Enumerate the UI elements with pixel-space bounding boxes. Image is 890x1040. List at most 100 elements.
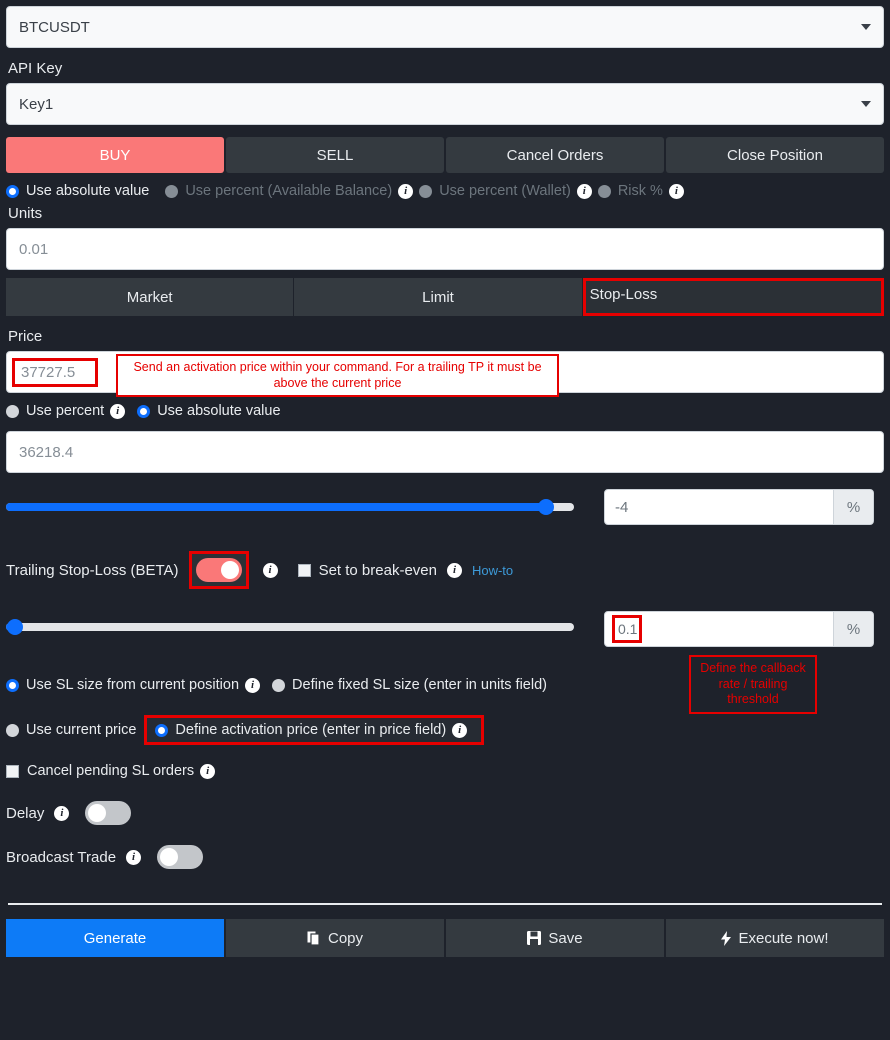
trade-command-panel: BTCUSDT API Key Key1 BUY SELL Cancel Ord…	[0, 0, 890, 1040]
lightning-icon	[721, 930, 732, 946]
info-icon[interactable]: i	[576, 183, 592, 199]
price-value: 37727.5	[21, 364, 76, 381]
sl-value-mode-absolute[interactable]: Use absolute value	[137, 403, 281, 419]
copy-label: Copy	[327, 929, 364, 947]
trailing-stop-loss-row: Trailing Stop-Loss (BETA) i Set to break…	[6, 551, 884, 589]
sl-size-fixed-label: Define fixed SL size (enter in units fie…	[292, 677, 547, 693]
info-icon[interactable]: i	[200, 763, 216, 779]
use-current-price-label: Use current price	[26, 722, 137, 738]
tab-limit[interactable]: Limit	[294, 278, 582, 316]
delay-label: Delay	[6, 804, 45, 822]
close-position-button[interactable]: Close Position	[666, 137, 884, 173]
sl-value-mode-percent[interactable]: Use percent	[6, 403, 104, 419]
break-even-label: Set to break-even	[318, 561, 437, 579]
info-icon[interactable]: i	[110, 403, 126, 419]
side-button-group: BUY SELL Cancel Orders Close Position	[6, 137, 884, 173]
callback-percent-input[interactable]: 0.1 %	[604, 611, 874, 647]
tab-stop-loss-highlight: Stop-Loss	[582, 278, 884, 316]
trailing-toggle[interactable]	[195, 558, 242, 582]
radio-icon	[597, 184, 611, 198]
sell-button[interactable]: SELL	[226, 137, 444, 173]
footer-button-group: Generate Copy Save Execute now!	[6, 919, 884, 957]
sl-percent-input[interactable]: -4 %	[604, 489, 874, 525]
radio-icon	[137, 404, 151, 418]
cancel-pending-checkbox[interactable]	[6, 764, 19, 778]
info-icon[interactable]: i	[398, 183, 414, 199]
sl-size-from-position[interactable]: Use SL size from current position	[6, 677, 239, 693]
generate-button[interactable]: Generate	[6, 919, 224, 957]
sl-value-mode-group: Use percent i Use absolute value	[6, 403, 884, 419]
price-label: Price	[8, 328, 43, 345]
delay-row: Delay i	[6, 801, 884, 825]
sl-percent-slider[interactable]	[6, 499, 574, 515]
order-type-tabs: Market Limit Stop-Loss	[6, 278, 884, 316]
size-mode-absolute[interactable]: Use absolute value	[6, 183, 149, 199]
generate-label: Generate	[83, 929, 147, 947]
radio-icon	[272, 678, 286, 692]
execute-now-button[interactable]: Execute now!	[666, 919, 884, 957]
footer-divider	[8, 903, 882, 905]
price-annotation: Send an activation price within your com…	[116, 354, 559, 398]
cancel-pending-row: Cancel pending SL orders i	[6, 763, 884, 779]
size-mode-percent-wallet[interactable]: Use percent (Wallet)	[419, 183, 571, 199]
size-mode-group: Use absolute value Use percent (Availabl…	[6, 183, 884, 199]
info-icon[interactable]: i	[452, 722, 468, 738]
info-icon[interactable]: i	[262, 562, 278, 578]
chevron-down-icon	[861, 24, 871, 30]
radio-icon	[419, 184, 433, 198]
callback-slider[interactable]	[6, 619, 574, 635]
size-mode-risk[interactable]: Risk %	[597, 183, 663, 199]
delay-toggle[interactable]	[85, 801, 132, 825]
size-mode-absolute-label: Use absolute value	[26, 183, 150, 199]
sl-price-input[interactable]: 36218.4	[6, 431, 884, 473]
info-icon[interactable]: i	[446, 562, 462, 578]
radio-icon	[6, 678, 19, 692]
sl-size-from-position-label: Use SL size from current position	[26, 677, 240, 693]
cancel-orders-button[interactable]: Cancel Orders	[446, 137, 664, 173]
size-mode-percent-available[interactable]: Use percent (Available Balance)	[165, 183, 392, 199]
toggle-nub	[160, 848, 179, 866]
radio-icon	[6, 184, 19, 198]
symbol-select[interactable]: BTCUSDT	[6, 6, 884, 48]
slider-knob[interactable]	[537, 499, 554, 515]
api-key-select[interactable]: Key1	[6, 83, 884, 125]
save-button[interactable]: Save	[446, 919, 664, 957]
broadcast-toggle[interactable]	[157, 845, 204, 869]
callback-annotation: Define the callback rate / trailing thre…	[689, 655, 817, 714]
cancel-pending-label: Cancel pending SL orders	[27, 763, 195, 779]
break-even-checkbox[interactable]	[297, 563, 311, 577]
tab-market[interactable]: Market	[6, 278, 294, 316]
define-activation-price[interactable]: Define activation price (enter in price …	[155, 722, 446, 738]
slider-knob[interactable]	[6, 619, 23, 635]
copy-button[interactable]: Copy	[226, 919, 444, 957]
size-mode-risk-label: Risk %	[617, 183, 663, 199]
units-value: 0.01	[19, 240, 49, 258]
sl-value-mode-percent-label: Use percent	[26, 403, 105, 419]
size-mode-percent-wallet-label: Use percent (Wallet)	[439, 183, 571, 199]
info-icon[interactable]: i	[54, 805, 70, 821]
broadcast-label: Broadcast Trade	[6, 848, 117, 866]
radio-icon	[155, 723, 169, 737]
price-value-highlight: 37727.5	[12, 358, 98, 387]
radio-icon	[165, 184, 179, 198]
trailing-toggle-highlight	[188, 551, 249, 589]
use-current-price[interactable]: Use current price	[6, 722, 136, 738]
units-input[interactable]: 0.01	[6, 228, 884, 270]
callback-slider-row: 0.1 % 0.1 Define the callback rate / tra…	[6, 611, 884, 714]
chevron-down-icon	[861, 101, 871, 107]
define-activation-price-highlight: Define activation price (enter in price …	[144, 715, 485, 745]
broadcast-row: Broadcast Trade i	[6, 845, 884, 869]
info-icon[interactable]: i	[126, 849, 142, 865]
info-icon[interactable]: i	[245, 677, 261, 693]
tab-stop-loss[interactable]: Stop-Loss	[590, 286, 877, 308]
callback-value-highlight: 0.1	[612, 615, 642, 643]
api-key-value: Key1	[19, 95, 54, 113]
sl-percent-value: -4	[615, 498, 629, 516]
units-label: Units	[8, 205, 43, 222]
info-icon[interactable]: i	[668, 183, 684, 199]
sl-size-fixed[interactable]: Define fixed SL size (enter in units fie…	[272, 677, 547, 693]
buy-button[interactable]: BUY	[6, 137, 224, 173]
copy-icon	[307, 931, 320, 946]
percent-suffix: %	[833, 612, 873, 646]
how-to-link[interactable]: How-to	[472, 563, 513, 578]
